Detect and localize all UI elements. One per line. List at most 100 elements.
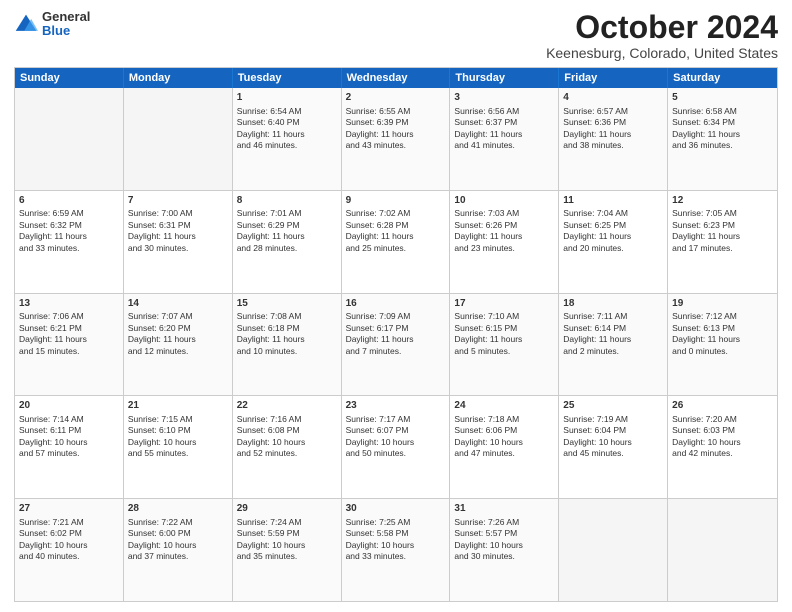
day-info: and 15 minutes. — [19, 346, 119, 357]
day-info: and 2 minutes. — [563, 346, 663, 357]
header-day: Monday — [124, 68, 233, 88]
day-info: and 41 minutes. — [454, 140, 554, 151]
day-info: Sunrise: 7:01 AM — [237, 208, 337, 219]
day-info: Sunrise: 7:22 AM — [128, 517, 228, 528]
day-info: Daylight: 10 hours — [346, 437, 446, 448]
day-info: Sunset: 6:32 PM — [19, 220, 119, 231]
calendar-cell: 16Sunrise: 7:09 AMSunset: 6:17 PMDayligh… — [342, 294, 451, 396]
day-info: Sunset: 6:07 PM — [346, 425, 446, 436]
day-info: Daylight: 11 hours — [563, 129, 663, 140]
day-info: Sunset: 6:39 PM — [346, 117, 446, 128]
calendar-cell: 24Sunrise: 7:18 AMSunset: 6:06 PMDayligh… — [450, 396, 559, 498]
calendar-cell: 31Sunrise: 7:26 AMSunset: 5:57 PMDayligh… — [450, 499, 559, 601]
day-number: 10 — [454, 194, 554, 208]
calendar-cell: 18Sunrise: 7:11 AMSunset: 6:14 PMDayligh… — [559, 294, 668, 396]
day-number: 5 — [672, 91, 773, 105]
page: General Blue October 2024 Keenesburg, Co… — [0, 0, 792, 612]
calendar-row: 20Sunrise: 7:14 AMSunset: 6:11 PMDayligh… — [15, 396, 777, 499]
day-number: 3 — [454, 91, 554, 105]
day-info: and 7 minutes. — [346, 346, 446, 357]
day-info: and 52 minutes. — [237, 448, 337, 459]
day-number: 26 — [672, 399, 773, 413]
day-info: Sunrise: 7:18 AM — [454, 414, 554, 425]
day-info: Sunset: 6:31 PM — [128, 220, 228, 231]
day-info: and 37 minutes. — [128, 551, 228, 562]
calendar-cell: 5Sunrise: 6:58 AMSunset: 6:34 PMDaylight… — [668, 88, 777, 190]
header: General Blue October 2024 Keenesburg, Co… — [14, 10, 778, 61]
day-info: Daylight: 10 hours — [454, 540, 554, 551]
day-info: Sunset: 6:15 PM — [454, 323, 554, 334]
calendar-cell: 25Sunrise: 7:19 AMSunset: 6:04 PMDayligh… — [559, 396, 668, 498]
day-info: Sunset: 6:37 PM — [454, 117, 554, 128]
day-info: Sunrise: 7:05 AM — [672, 208, 773, 219]
header-day: Sunday — [15, 68, 124, 88]
calendar-cell: 30Sunrise: 7:25 AMSunset: 5:58 PMDayligh… — [342, 499, 451, 601]
day-number: 15 — [237, 297, 337, 311]
day-info: and 57 minutes. — [19, 448, 119, 459]
day-number: 25 — [563, 399, 663, 413]
calendar-cell: 19Sunrise: 7:12 AMSunset: 6:13 PMDayligh… — [668, 294, 777, 396]
day-info: Sunset: 6:23 PM — [672, 220, 773, 231]
calendar-row: 1Sunrise: 6:54 AMSunset: 6:40 PMDaylight… — [15, 88, 777, 191]
day-info: Sunset: 6:14 PM — [563, 323, 663, 334]
day-info: Sunrise: 7:25 AM — [346, 517, 446, 528]
calendar-cell: 1Sunrise: 6:54 AMSunset: 6:40 PMDaylight… — [233, 88, 342, 190]
day-info: Sunrise: 7:04 AM — [563, 208, 663, 219]
header-day: Saturday — [668, 68, 777, 88]
calendar-cell — [124, 88, 233, 190]
day-info: Daylight: 11 hours — [346, 334, 446, 345]
day-info: Sunrise: 7:26 AM — [454, 517, 554, 528]
day-info: Sunrise: 6:57 AM — [563, 106, 663, 117]
day-info: Daylight: 10 hours — [346, 540, 446, 551]
calendar-cell: 10Sunrise: 7:03 AMSunset: 6:26 PMDayligh… — [450, 191, 559, 293]
logo-icon — [14, 12, 38, 36]
day-info: Sunrise: 6:59 AM — [19, 208, 119, 219]
day-info: Daylight: 10 hours — [19, 540, 119, 551]
calendar-cell: 7Sunrise: 7:00 AMSunset: 6:31 PMDaylight… — [124, 191, 233, 293]
calendar-cell: 17Sunrise: 7:10 AMSunset: 6:15 PMDayligh… — [450, 294, 559, 396]
day-info: Daylight: 11 hours — [563, 231, 663, 242]
day-number: 1 — [237, 91, 337, 105]
day-number: 21 — [128, 399, 228, 413]
day-info: Daylight: 10 hours — [19, 437, 119, 448]
day-info: Daylight: 11 hours — [672, 334, 773, 345]
calendar: SundayMondayTuesdayWednesdayThursdayFrid… — [14, 67, 778, 602]
day-info: Sunset: 6:20 PM — [128, 323, 228, 334]
calendar-row: 27Sunrise: 7:21 AMSunset: 6:02 PMDayligh… — [15, 499, 777, 601]
logo-general: General — [42, 10, 90, 24]
calendar-cell: 14Sunrise: 7:07 AMSunset: 6:20 PMDayligh… — [124, 294, 233, 396]
day-number: 6 — [19, 194, 119, 208]
day-info: Sunset: 6:21 PM — [19, 323, 119, 334]
day-number: 30 — [346, 502, 446, 516]
calendar-cell: 27Sunrise: 7:21 AMSunset: 6:02 PMDayligh… — [15, 499, 124, 601]
day-number: 20 — [19, 399, 119, 413]
day-info: Sunrise: 7:24 AM — [237, 517, 337, 528]
calendar-cell: 28Sunrise: 7:22 AMSunset: 6:00 PMDayligh… — [124, 499, 233, 601]
day-info: Sunset: 6:08 PM — [237, 425, 337, 436]
calendar-cell — [15, 88, 124, 190]
day-number: 8 — [237, 194, 337, 208]
day-info: Sunset: 6:29 PM — [237, 220, 337, 231]
day-info: Daylight: 10 hours — [454, 437, 554, 448]
day-number: 2 — [346, 91, 446, 105]
day-info: Daylight: 11 hours — [454, 334, 554, 345]
day-info: Daylight: 10 hours — [237, 540, 337, 551]
calendar-cell: 3Sunrise: 6:56 AMSunset: 6:37 PMDaylight… — [450, 88, 559, 190]
calendar-cell: 23Sunrise: 7:17 AMSunset: 6:07 PMDayligh… — [342, 396, 451, 498]
day-info: Sunrise: 7:21 AM — [19, 517, 119, 528]
day-info: Sunrise: 7:10 AM — [454, 311, 554, 322]
day-info: and 30 minutes. — [454, 551, 554, 562]
day-info: Sunrise: 7:03 AM — [454, 208, 554, 219]
day-number: 18 — [563, 297, 663, 311]
day-info: and 33 minutes. — [19, 243, 119, 254]
day-info: Daylight: 11 hours — [454, 129, 554, 140]
day-info: Sunset: 6:34 PM — [672, 117, 773, 128]
day-number: 27 — [19, 502, 119, 516]
day-info: Sunset: 6:06 PM — [454, 425, 554, 436]
day-number: 13 — [19, 297, 119, 311]
day-info: Daylight: 11 hours — [19, 334, 119, 345]
day-info: Sunset: 6:40 PM — [237, 117, 337, 128]
calendar-cell: 12Sunrise: 7:05 AMSunset: 6:23 PMDayligh… — [668, 191, 777, 293]
day-info: Daylight: 11 hours — [346, 129, 446, 140]
day-info: and 55 minutes. — [128, 448, 228, 459]
